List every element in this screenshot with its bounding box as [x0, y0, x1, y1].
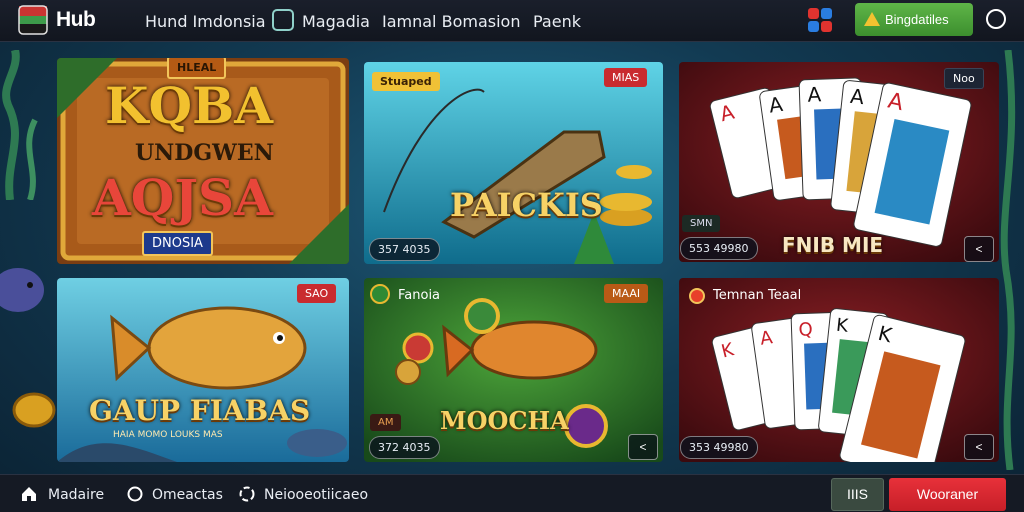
game-card-1[interactable]: HLEAL KQBA UNDGWEN AQJSA DNOSIA	[57, 58, 349, 264]
user-profile-icon[interactable]	[986, 9, 1006, 29]
app-title[interactable]: Hub	[56, 8, 96, 32]
card-2-stat: 357 4035	[369, 238, 440, 261]
card-5-title: MOOCHA	[440, 406, 569, 435]
card-1-title-line3: AQJSA	[92, 168, 273, 227]
card-3-corner-label: SMN	[682, 215, 721, 232]
card-5-share-button[interactable]: <	[628, 434, 658, 460]
card-5-label: Fanoia	[398, 288, 441, 303]
card-3-share-button[interactable]: <	[964, 236, 994, 262]
seaweed-right-decoration	[1000, 50, 1016, 470]
promotions-button[interactable]: Bingdatiles	[855, 3, 973, 36]
nav-item-2-icon[interactable]	[272, 9, 294, 31]
game-card-4[interactable]: SAO GAUP FIABAS HAIA MOMO LOUKS MAS	[57, 278, 349, 462]
notifications-icon[interactable]	[238, 485, 256, 503]
refresh-icon[interactable]	[126, 485, 144, 503]
game-card-2[interactable]: Stuaped MIAS PAICKIS 357 4035	[364, 62, 663, 264]
promo-flag-icon	[864, 12, 880, 26]
card-2-corner-label: Stuaped	[372, 72, 440, 91]
card-2-title: PAICKIS	[450, 186, 603, 224]
game-card-2-art	[364, 62, 663, 264]
game-card-6-art: K A Q K K	[679, 278, 999, 462]
promotions-button-label: Bingdatiles	[885, 12, 949, 27]
background-fish-icon	[0, 268, 44, 312]
card-3-badge: Noo	[944, 68, 984, 89]
card-4-subtitle: HAIA MOMO LOUKS MAS	[113, 430, 223, 440]
card-6-flame-icon	[689, 288, 705, 304]
card-1-title-line1: KQBA	[105, 76, 274, 135]
svg-text:A: A	[849, 84, 865, 109]
card-1-title-line2: UNDGWEN	[135, 140, 274, 166]
nav-item-2[interactable]: Magadia	[302, 12, 370, 31]
card-3-stat: 553 49980	[680, 237, 758, 260]
apps-grid-icon[interactable]	[806, 6, 834, 34]
card-5-leaf-icon	[370, 284, 390, 304]
nav-item-1[interactable]: Hund Imdonsia	[145, 12, 266, 31]
bottom-navigation-bar: Madaire Omeactas Neiooeotiicaeo IIIS Woo…	[0, 474, 1024, 512]
game-card-3-art: A A A A A	[679, 62, 999, 262]
footer-nav-3[interactable]: Neiooeotiicaeo	[264, 487, 368, 503]
home-icon[interactable]	[20, 485, 38, 503]
game-card-5[interactable]: Fanoia MAAI AM MOOCHA 372 4035 <	[364, 278, 663, 462]
card-6-share-button[interactable]: <	[964, 434, 994, 460]
nav-item-4[interactable]: Paenk	[533, 12, 581, 31]
card-4-title: GAUP FIABAS	[89, 394, 311, 427]
seaweed-left-decoration	[2, 50, 38, 200]
svg-text:A: A	[807, 82, 822, 106]
card-2-badge: MIAS	[604, 68, 648, 87]
top-navigation-bar: Hub Hund Imdonsia Magadia Iamnal Bomasio…	[0, 0, 1024, 42]
card-6-stat: 353 49980	[680, 436, 758, 459]
background-coin-icon	[12, 392, 56, 428]
card-6-label: Temnan Teaal	[713, 288, 802, 303]
card-1-subtitle-badge: DNOSIA	[142, 231, 213, 256]
hub-logo-icon	[18, 5, 48, 35]
card-5-stat: 372 4035	[369, 436, 440, 459]
register-button[interactable]: Wooraner	[889, 478, 1006, 511]
nav-item-3[interactable]: Iamnal Bomasion	[382, 12, 520, 31]
svg-text:Q: Q	[798, 319, 813, 340]
card-5-corner-label: AM	[370, 414, 402, 431]
card-5-badge: MAAI	[604, 284, 649, 303]
game-card-6[interactable]: K A Q K K Temnan Teaal 353 49980 <	[679, 278, 999, 462]
card-3-title: FNIB MIE	[782, 233, 884, 257]
game-card-3[interactable]: A A A A A Noo SMN FNIB MIE 553 49980 <	[679, 62, 999, 262]
footer-nav-2[interactable]: Omeactas	[152, 487, 223, 503]
card-4-badge: SAO	[297, 284, 337, 303]
secondary-button[interactable]: IIIS	[831, 478, 884, 511]
footer-nav-home[interactable]: Madaire	[48, 487, 104, 503]
